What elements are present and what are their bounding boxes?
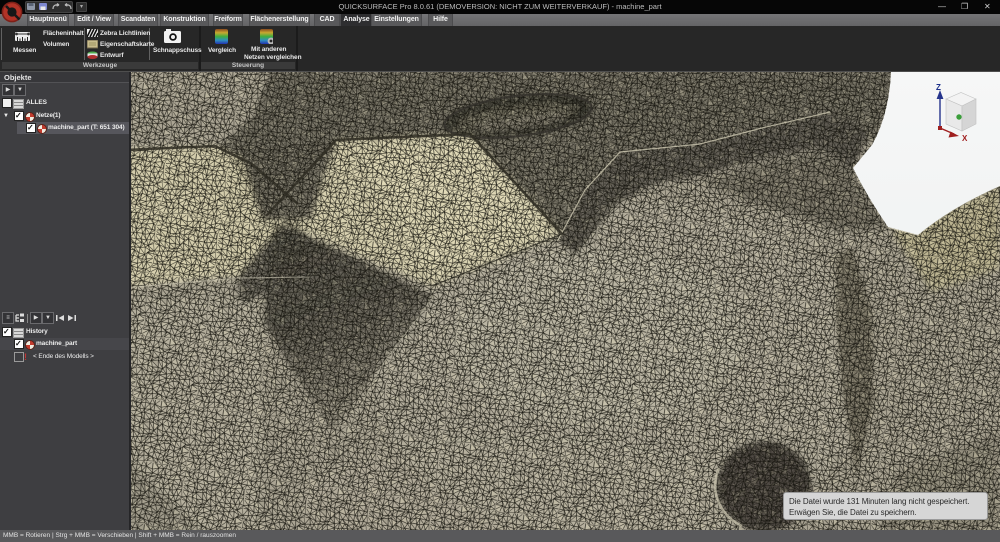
svg-text:X: X [962, 134, 968, 143]
svg-text:Z: Z [936, 83, 941, 92]
